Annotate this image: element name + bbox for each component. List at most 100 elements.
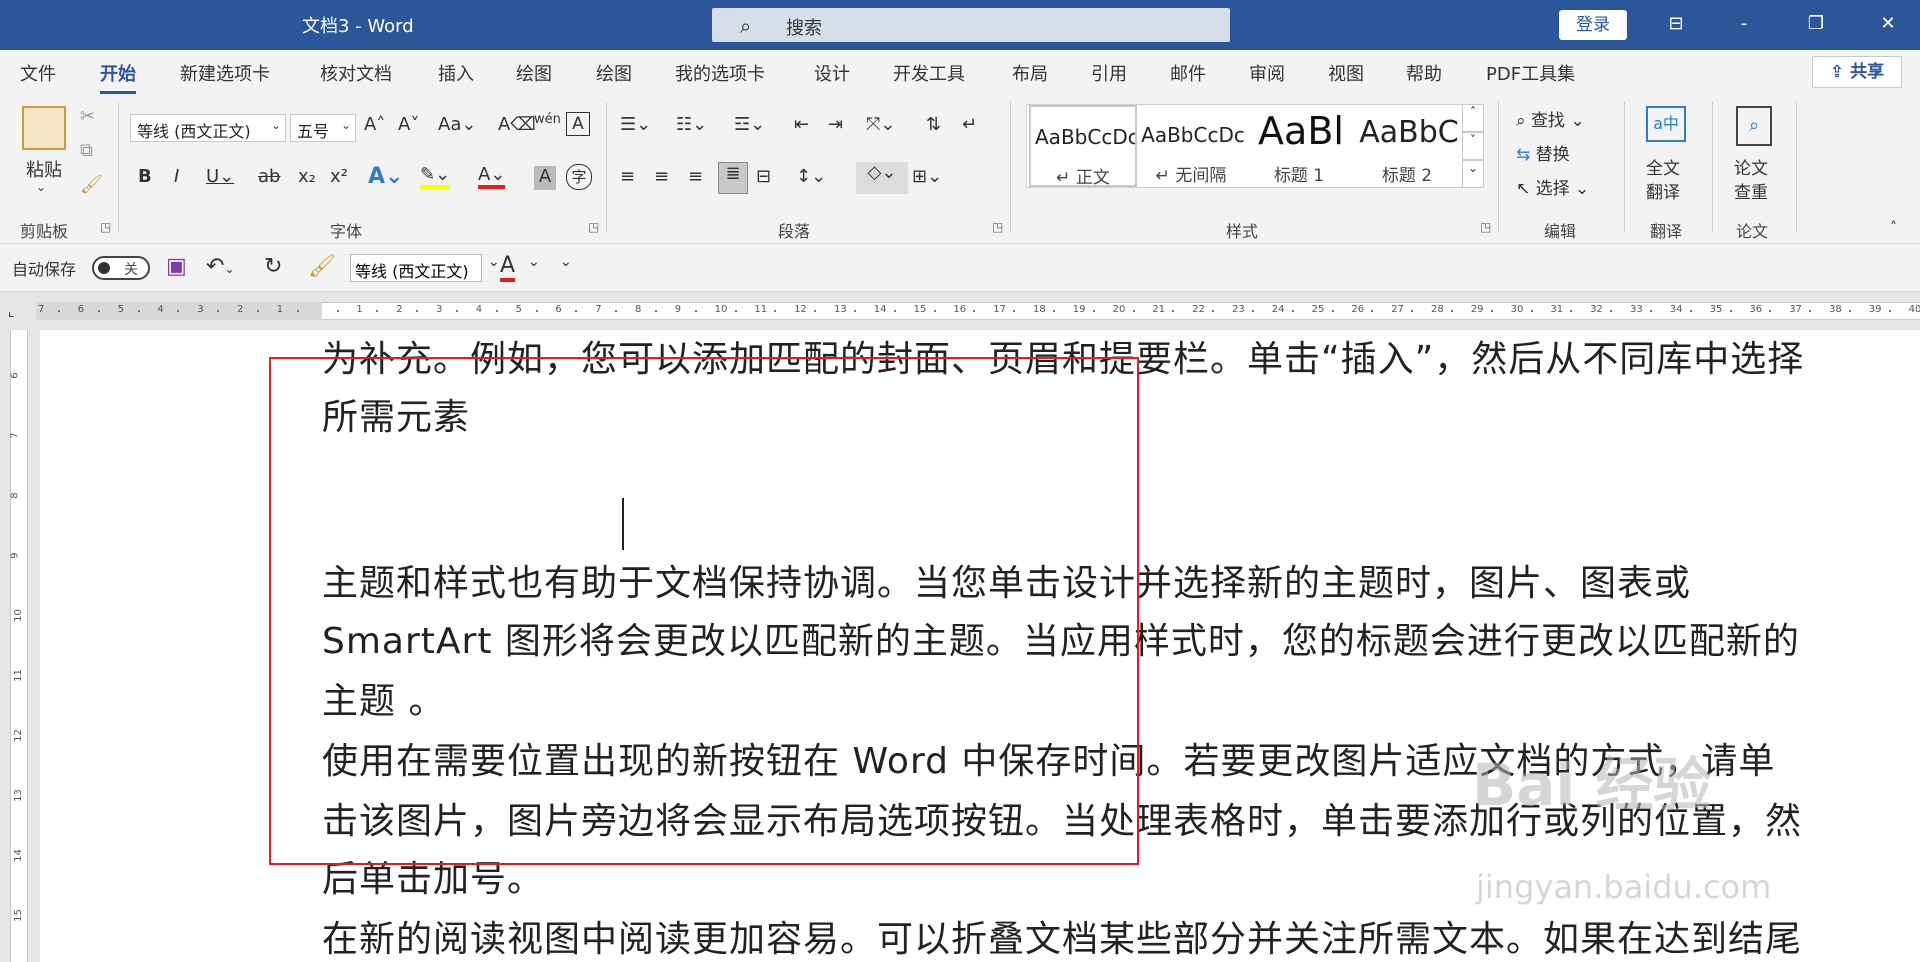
align-left-icon[interactable]: ≡	[620, 166, 635, 187]
tab-view[interactable]: 视图	[1328, 60, 1364, 86]
check-label[interactable]: 查重	[1734, 178, 1768, 203]
italic-icon[interactable]: I	[174, 166, 179, 187]
styles-more-icon[interactable]: ⌄	[1462, 160, 1484, 188]
bullets-icon[interactable]: ☰⌄	[620, 114, 651, 135]
collapse-ribbon-icon[interactable]: ˄	[1890, 220, 1897, 236]
tab-draw-2[interactable]: 绘图	[596, 60, 632, 86]
autosave-toggle[interactable]: 关	[92, 256, 150, 280]
bold-icon[interactable]: B	[138, 166, 152, 187]
plagiarism-check-icon[interactable]: ⌕	[1736, 106, 1772, 146]
replace-button[interactable]: ⇆ 替换	[1516, 140, 1570, 165]
change-case-icon[interactable]: Aa⌄	[438, 114, 476, 135]
chevron-down-icon[interactable]: ⌄	[488, 254, 500, 270]
font-size-dropdown[interactable]: 五号 ⌄	[290, 114, 356, 142]
find-label: 查找	[1530, 111, 1565, 131]
format-painter-icon[interactable]: 🖌	[308, 254, 336, 279]
multilevel-list-icon[interactable]: ☲⌄	[734, 114, 765, 135]
ribbon-display-icon[interactable]: ⊟	[1660, 8, 1692, 40]
share-button[interactable]: ⇪ 共享	[1812, 56, 1902, 88]
shrink-font-icon[interactable]: A˅	[398, 114, 419, 135]
char-border-icon[interactable]: A	[566, 112, 590, 136]
close-button[interactable]: ✕	[1872, 8, 1904, 40]
cut-icon[interactable]: ✂	[80, 106, 95, 127]
align-right-icon[interactable]: ≡	[688, 166, 703, 187]
style-normal[interactable]: AaBbCcDc ↵ 正文	[1029, 105, 1137, 188]
ruler-tick	[973, 310, 976, 312]
tab-developer[interactable]: 开发工具	[893, 60, 965, 86]
translate-full-label[interactable]: 全文	[1646, 154, 1680, 179]
login-button[interactable]: 登录	[1559, 10, 1627, 40]
subscript-icon[interactable]: x₂	[298, 166, 316, 187]
chinese-layout-icon[interactable]: ⤧⌄	[866, 114, 895, 135]
style-heading-2[interactable]: AaBbC 标题 2	[1353, 105, 1461, 187]
tab-review[interactable]: 审阅	[1249, 60, 1285, 86]
tab-selector-icon[interactable]: ⌞	[8, 304, 24, 320]
show-marks-icon[interactable]: ↵	[962, 114, 977, 135]
tab-review-doc[interactable]: 核对文档	[320, 60, 392, 86]
tab-mailings[interactable]: 邮件	[1170, 60, 1206, 86]
copy-icon[interactable]: ⧉	[80, 140, 93, 161]
translate-full-label-2[interactable]: 翻译	[1646, 178, 1680, 203]
tab-new-tab[interactable]: 新建选项卡	[180, 60, 270, 86]
clipboard-launcher-icon[interactable]: ◳	[100, 220, 111, 234]
find-button[interactable]: ⌕ 查找 ⌄	[1516, 106, 1585, 131]
save-icon[interactable]: ▣	[166, 254, 187, 279]
select-button[interactable]: ↖ 选择 ⌄	[1516, 174, 1589, 199]
shading-icon[interactable]: ◇⌄	[856, 162, 908, 194]
search-box[interactable]: ⌕ 搜索	[712, 8, 1230, 42]
style-heading-1[interactable]: AaBl 标题 1	[1245, 105, 1353, 187]
numbering-icon[interactable]: ☷⌄	[676, 114, 707, 135]
tab-draw-1[interactable]: 绘图	[516, 60, 552, 86]
grow-font-icon[interactable]: A˄	[364, 114, 385, 135]
tab-insert[interactable]: 插入	[438, 60, 474, 86]
minimize-button[interactable]: -	[1728, 8, 1760, 40]
tab-my-tab[interactable]: 我的选项卡	[675, 60, 765, 86]
decrease-indent-icon[interactable]: ⇤	[794, 114, 809, 135]
paste-icon[interactable]	[22, 106, 66, 150]
font-name-dropdown[interactable]: 等线 (西文正文) ⌄	[130, 114, 286, 142]
highlight-icon[interactable]: ✎⌄	[420, 164, 451, 189]
phonetic-guide-icon[interactable]: wén	[534, 112, 561, 127]
sort-icon[interactable]: ⇅	[926, 114, 941, 135]
style-no-spacing[interactable]: AaBbCcDc ↵ 无间隔	[1137, 105, 1245, 187]
paste-button[interactable]: 粘贴	[20, 156, 68, 182]
paste-dropdown-icon[interactable]: ⌄	[36, 180, 46, 194]
paper-label[interactable]: 论文	[1734, 154, 1768, 179]
translate-icon[interactable]: a中	[1646, 106, 1686, 142]
line-spacing-icon[interactable]: ↕⌄	[796, 166, 826, 187]
align-center-icon[interactable]: ≡	[654, 166, 669, 187]
underline-icon[interactable]: U⌄	[206, 166, 234, 187]
paragraph-launcher-icon[interactable]: ◳	[992, 220, 1003, 234]
strikethrough-icon[interactable]: ab	[258, 166, 280, 187]
tab-help[interactable]: 帮助	[1406, 60, 1442, 86]
styles-scroll-up-icon[interactable]: ˄	[1462, 104, 1484, 132]
text-effects-icon[interactable]: A⌄	[368, 164, 403, 189]
qat-font-dropdown[interactable]: 等线 (西文正文)	[350, 254, 482, 282]
format-painter-icon[interactable]: 🖌	[80, 174, 103, 195]
tab-design[interactable]: 设计	[814, 60, 850, 86]
redo-icon[interactable]: ↻	[264, 254, 282, 279]
borders-icon[interactable]: ⊞⌄	[912, 166, 942, 187]
chevron-down-icon[interactable]: ⌄	[528, 254, 540, 270]
tab-file[interactable]: 文件	[20, 60, 56, 86]
styles-scroll-down-icon[interactable]: ˅	[1462, 132, 1484, 160]
superscript-icon[interactable]: x²	[330, 166, 348, 187]
customize-qat-icon[interactable]: ⌄	[560, 254, 572, 270]
tab-pdf-tools[interactable]: PDF工具集	[1486, 60, 1575, 86]
clear-format-icon[interactable]: A⌫	[498, 114, 536, 135]
tab-home[interactable]: 开始	[100, 60, 136, 94]
justify-icon[interactable]: ≣	[718, 162, 748, 194]
char-shading-icon[interactable]: A	[534, 166, 556, 190]
ruler-number: 34	[1669, 304, 1683, 315]
undo-icon[interactable]: ↶⌄	[206, 254, 235, 279]
increase-indent-icon[interactable]: ⇥	[828, 114, 843, 135]
enclose-char-icon[interactable]: 字	[566, 164, 592, 190]
font-color-icon[interactable]: A	[500, 254, 516, 282]
tab-references[interactable]: 引用	[1091, 60, 1127, 86]
restore-button[interactable]: ❐	[1800, 8, 1832, 40]
font-launcher-icon[interactable]: ◳	[588, 220, 599, 234]
styles-launcher-icon[interactable]: ◳	[1480, 220, 1491, 234]
distributed-icon[interactable]: ⊟	[756, 166, 771, 187]
tab-layout[interactable]: 布局	[1012, 60, 1048, 86]
font-color-icon[interactable]: A⌄	[478, 164, 506, 189]
